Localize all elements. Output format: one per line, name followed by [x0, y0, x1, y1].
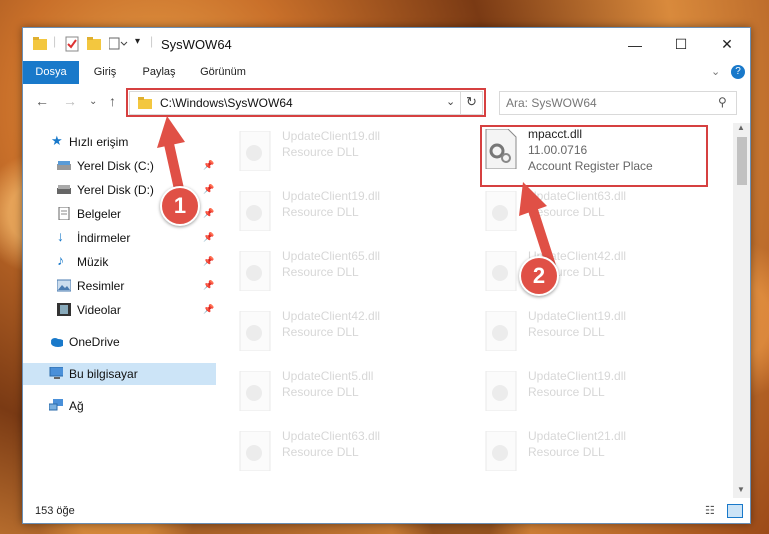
dll-file-icon [485, 431, 517, 471]
recent-locations-icon[interactable]: ⌄ [89, 96, 97, 107]
documents-icon [58, 207, 70, 220]
search-box[interactable]: Ara: SysWOW64 ⚲ [499, 91, 737, 115]
explorer-window: | ▾ | SysWOW64 — ☐ ✕ Dosya Giriş Paylaş … [22, 27, 751, 524]
nav-item-music[interactable]: ♪ Müzik 📌 [23, 251, 216, 273]
network-icon [49, 399, 63, 411]
list-item[interactable]: UpdateClient19.dll Resource DLL [236, 185, 456, 235]
pin-icon: 📌 [203, 256, 215, 266]
drive-icon [57, 161, 71, 170]
tab-share[interactable]: Paylaş [135, 61, 183, 84]
nav-item-pictures[interactable]: Resimler 📌 [23, 275, 216, 297]
expand-ribbon-icon[interactable]: ⌄ [711, 65, 720, 78]
search-icon[interactable]: ⚲ [718, 95, 727, 109]
search-placeholder: Ara: SysWOW64 [506, 96, 597, 110]
dll-file-icon [239, 431, 271, 471]
scrollbar-thumb[interactable] [737, 137, 747, 185]
cloud-icon [51, 338, 63, 347]
dll-file-icon [239, 251, 271, 291]
nav-onedrive[interactable]: OneDrive [23, 331, 216, 353]
nav-network[interactable]: Ağ [23, 395, 216, 417]
dll-file-icon [485, 311, 517, 351]
tab-home[interactable]: Giriş [83, 61, 127, 84]
list-item[interactable]: UpdateClient19.dll Resource DLL [482, 365, 702, 415]
video-icon [57, 303, 71, 316]
dll-file-icon [239, 131, 271, 171]
window-title: SysWOW64 [161, 37, 232, 52]
new-folder-icon[interactable] [87, 36, 101, 52]
forward-icon[interactable]: → [63, 93, 77, 109]
dropdown-arrow-icon[interactable]: ▾ [135, 36, 140, 52]
callout-1: 1 [160, 186, 200, 226]
list-item[interactable]: UpdateClient63.dll Resource DLL [236, 425, 456, 475]
close-button[interactable]: ✕ [704, 28, 750, 61]
tab-file[interactable]: Dosya [23, 61, 79, 84]
help-icon[interactable]: ? [731, 65, 745, 79]
customize-toolbar-icon[interactable] [109, 36, 129, 52]
pin-icon: 📌 [203, 280, 215, 290]
details-view-icon[interactable]: ☷ [705, 504, 715, 517]
list-item[interactable]: UpdateClient42.dll Resource DLL [236, 305, 456, 355]
computer-icon [49, 367, 63, 379]
dll-file-icon [239, 371, 271, 411]
nav-item-videos[interactable]: Videolar 📌 [23, 299, 216, 321]
ribbon-tabs: Dosya Giriş Paylaş Görünüm ⌄ ? [23, 61, 750, 84]
callout-2: 2 [519, 256, 559, 296]
folder-icon [33, 37, 47, 50]
list-item[interactable]: UpdateClient65.dll Resource DLL [236, 245, 456, 295]
status-bar: 153 öğe ☷ [23, 500, 750, 522]
list-item[interactable]: UpdateClient19.dll Resource DLL [482, 305, 702, 355]
dll-file-icon [239, 191, 271, 231]
dll-file-icon [239, 311, 271, 351]
address-highlight-box [126, 88, 486, 117]
vertical-scrollbar[interactable]: ▲ ▼ [733, 123, 750, 498]
drive-icon [57, 185, 71, 194]
tiles-view-icon[interactable] [727, 504, 743, 518]
scroll-down-icon[interactable]: ▼ [737, 485, 745, 494]
title-bar: | ▾ | SysWOW64 — ☐ ✕ [23, 28, 750, 61]
properties-icon[interactable] [65, 36, 79, 52]
list-item[interactable]: UpdateClient5.dll Resource DLL [236, 365, 456, 415]
star-icon: ★ [51, 133, 63, 148]
list-item[interactable]: UpdateClient21.dll Resource DLL [482, 425, 702, 475]
separator: | [53, 34, 57, 48]
scroll-up-icon[interactable]: ▲ [737, 123, 745, 132]
pin-icon: 📌 [203, 304, 215, 314]
pictures-icon [57, 279, 71, 292]
file-highlight-box [480, 125, 708, 187]
download-icon: ↓ [57, 228, 64, 244]
nav-this-pc[interactable]: Bu bilgisayar [23, 363, 216, 385]
music-icon: ♪ [57, 252, 64, 268]
maximize-button[interactable]: ☐ [658, 28, 704, 61]
back-icon[interactable]: ← [35, 93, 49, 109]
up-icon[interactable]: ↑ [109, 93, 116, 109]
pin-icon: 📌 [203, 232, 215, 242]
list-item[interactable]: UpdateClient19.dll Resource DLL [236, 125, 456, 175]
item-count: 153 öğe [35, 505, 75, 517]
tab-view[interactable]: Görünüm [191, 61, 255, 84]
nav-item-downloads[interactable]: ↓ İndirmeler 📌 [23, 227, 216, 249]
minimize-button[interactable]: — [612, 28, 658, 61]
separator: | [150, 34, 154, 48]
dll-file-icon [485, 371, 517, 411]
